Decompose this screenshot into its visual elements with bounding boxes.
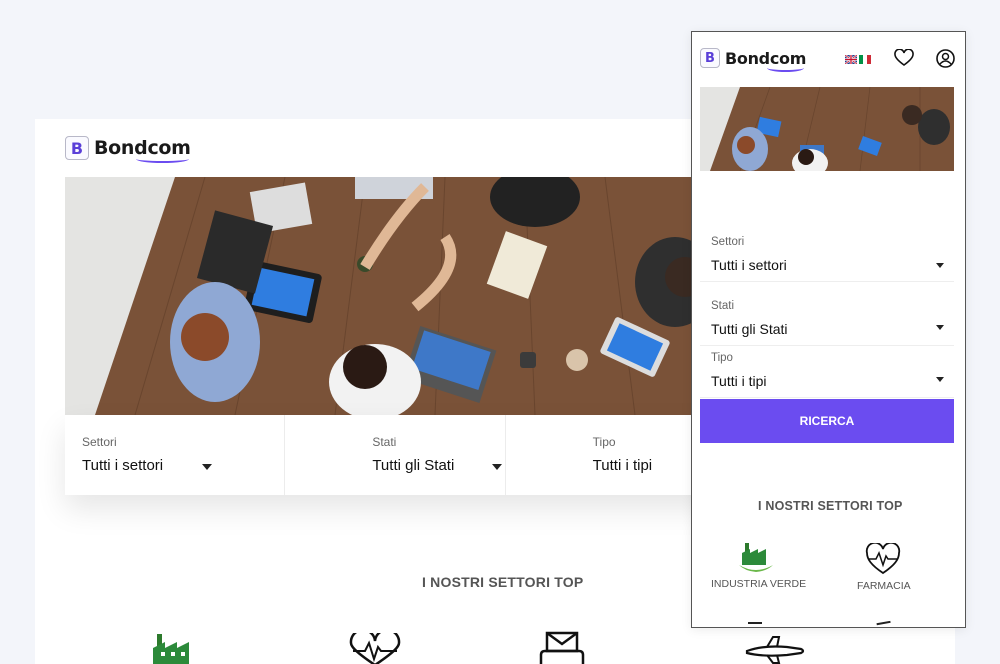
logo-mark: B: [65, 136, 89, 160]
desktop-search-bar: Settori Tutti i settori Stati Tutti gli …: [65, 415, 725, 495]
state-select-value: Tutti gli Stati: [372, 457, 455, 474]
sector-select-label: Settori: [82, 435, 117, 449]
sector-select-value: Tutti i settori: [82, 457, 164, 474]
logo-wordmark: Bondcom: [94, 137, 191, 163]
state-select-label: Stati: [372, 435, 397, 449]
mobile-hero-image: [700, 87, 954, 171]
flag-uk-icon[interactable]: [845, 55, 857, 64]
flag-it-icon[interactable]: [859, 55, 871, 64]
state-select-value: Tutti gli Stati: [711, 321, 788, 337]
caret-down-icon: [936, 325, 944, 330]
type-select-value: Tutti i tipi: [592, 457, 653, 474]
desktop-state-select[interactable]: Stati Tutti gli Stati: [285, 415, 506, 495]
mobile-sectors-title: I NOSTRI SETTORI TOP: [758, 499, 903, 513]
sector-label: INDUSTRIA VERDE: [711, 578, 807, 590]
caret-down-icon: [492, 464, 503, 470]
heartbeat-icon[interactable]: [347, 633, 403, 664]
heart-icon[interactable]: [894, 49, 914, 67]
type-select-label: Tipo: [711, 352, 733, 364]
sector-select-label: Settori: [711, 236, 745, 248]
factory-icon[interactable]: [147, 632, 201, 664]
mobile-sector-select[interactable]: Settori Tutti i settori: [700, 230, 954, 282]
meeting-table-illustration: [65, 177, 725, 415]
state-select-label: Stati: [711, 300, 735, 312]
meeting-table-illustration: [700, 87, 954, 171]
partial-icon: [876, 620, 892, 627]
airplane-icon[interactable]: [743, 635, 807, 664]
heartbeat-icon: [865, 543, 901, 575]
caret-down-icon: [936, 377, 944, 382]
user-icon[interactable]: [936, 49, 955, 68]
type-select-label: Tipo: [592, 435, 616, 449]
caret-down-icon: [936, 263, 944, 268]
mail-icon[interactable]: [535, 631, 589, 664]
logo-mark: B: [700, 48, 720, 68]
mobile-logo[interactable]: B Bondcom: [700, 48, 807, 72]
sector-select-value: Tutti i settori: [711, 257, 787, 273]
partial-icon: [748, 622, 762, 627]
factory-icon: [739, 543, 773, 572]
mobile-state-select[interactable]: Stati Tutti gli Stati: [700, 294, 954, 346]
mobile-page: B Bondcom Settori Tutti i settori Stati …: [691, 31, 966, 628]
mobile-type-select[interactable]: Tipo Tutti i tipi: [700, 346, 954, 398]
sector-label: FARMACIA: [857, 580, 911, 592]
desktop-sectors-title: I NOSTRI SETTORI TOP: [422, 574, 584, 590]
search-button[interactable]: RICERCA: [700, 399, 954, 443]
logo-wordmark: Bondcom: [725, 48, 807, 72]
hero-image: [65, 177, 725, 415]
desktop-logo[interactable]: B Bondcom: [65, 136, 191, 163]
desktop-sector-select[interactable]: Settori Tutti i settori: [65, 415, 286, 495]
caret-down-icon: [202, 464, 212, 470]
type-select-value: Tutti i tipi: [711, 373, 767, 389]
